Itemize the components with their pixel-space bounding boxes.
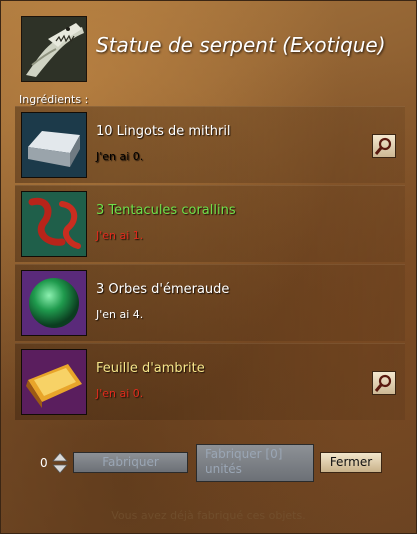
serpent-statue-portrait-icon: [21, 16, 87, 82]
ingredient-row: Feuille d'ambrite J'en ai 0.: [15, 343, 405, 420]
close-button[interactable]: Fermer: [320, 452, 382, 473]
ingredient-name: Feuille d'ambrite: [96, 361, 205, 376]
ingredient-owned-count: J'en ai 0.: [96, 150, 144, 163]
recipe-title: Statue de serpent (Exotique): [96, 33, 386, 57]
quantity-stepper[interactable]: [52, 452, 68, 474]
search-ingredient-button[interactable]: [372, 371, 396, 395]
ingredient-row: 3 Orbes d'émeraude J'en ai 4.: [15, 264, 405, 341]
craft-button[interactable]: Fabriquer: [73, 452, 188, 473]
decrement-arrow-icon: [52, 464, 68, 474]
ingredient-owned-count: J'en ai 4.: [96, 308, 144, 321]
ingredients-label: Ingrédients :: [19, 93, 89, 106]
increment-arrow-icon: [52, 452, 68, 462]
ingredient-owned-count: J'en ai 1.: [96, 229, 144, 242]
craft-all-button[interactable]: Fabriquer [0] unités: [196, 444, 314, 482]
emerald-orb-icon: [21, 270, 87, 336]
search-ingredient-button[interactable]: [372, 134, 396, 158]
ingredient-row: 10 Lingots de mithril J'en ai 0.: [15, 106, 405, 183]
mithril-ingot-icon: [21, 112, 87, 178]
ingredient-owned-count: J'en ai 0.: [96, 387, 144, 400]
ingredient-name: 3 Tentacules corallins: [96, 203, 236, 218]
ingredient-row: 3 Tentacules corallins J'en ai 1.: [15, 185, 405, 262]
status-message: Vous avez déjà fabriqué ces objets.: [111, 509, 306, 522]
ingredient-name: 10 Lingots de mithril: [96, 124, 231, 139]
magnifier-icon: [374, 137, 392, 155]
ambrite-sheet-icon: [21, 349, 87, 415]
ingredient-name: 3 Orbes d'émeraude: [96, 282, 230, 297]
magnifier-icon: [374, 374, 392, 392]
ingredient-list: 10 Lingots de mithril J'en ai 0. 3 Tenta…: [15, 106, 405, 422]
quantity-value[interactable]: 0: [40, 456, 48, 470]
coral-tentacle-icon: [21, 191, 87, 257]
